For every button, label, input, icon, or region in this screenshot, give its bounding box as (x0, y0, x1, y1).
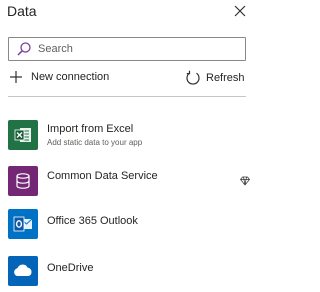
connector-name: OneDrive (47, 262, 94, 274)
close-button[interactable] (231, 2, 249, 20)
search-input[interactable] (38, 43, 238, 55)
search-icon (17, 42, 31, 56)
panel-title: Data (7, 3, 37, 19)
database-icon (16, 173, 30, 189)
cds-tile (8, 166, 38, 196)
refresh-button[interactable]: Refresh (185, 70, 245, 86)
outlook-icon (13, 216, 33, 232)
close-icon (234, 5, 246, 17)
connector-common-data-service[interactable]: Common Data Service (0, 162, 258, 202)
outlook-tile (8, 209, 38, 239)
refresh-label: Refresh (206, 72, 245, 84)
refresh-icon (186, 70, 200, 85)
diamond-icon (240, 176, 250, 186)
cloud-icon (14, 264, 32, 276)
new-connection-button[interactable]: New connection (9, 70, 109, 84)
connector-name: Office 365 Outlook (47, 215, 138, 227)
connector-subtitle: Add static data to your app (47, 138, 143, 147)
search-box[interactable] (8, 37, 246, 61)
excel-icon (14, 128, 31, 142)
excel-tile (8, 120, 38, 150)
new-connection-label: New connection (31, 71, 110, 83)
onedrive-tile (8, 256, 38, 286)
data-panel: Data New connection Refresh (0, 0, 258, 291)
actions-bar: New connection Refresh (0, 66, 258, 94)
divider (8, 96, 246, 97)
connector-import-from-excel[interactable]: Import from Excel Add static data to you… (0, 116, 258, 156)
connector-office-365-outlook[interactable]: Office 365 Outlook (0, 205, 258, 245)
plus-icon (10, 71, 22, 83)
connector-name: Common Data Service (47, 170, 158, 182)
connector-name: Import from Excel (47, 123, 134, 135)
connector-onedrive[interactable]: OneDrive (0, 252, 258, 292)
